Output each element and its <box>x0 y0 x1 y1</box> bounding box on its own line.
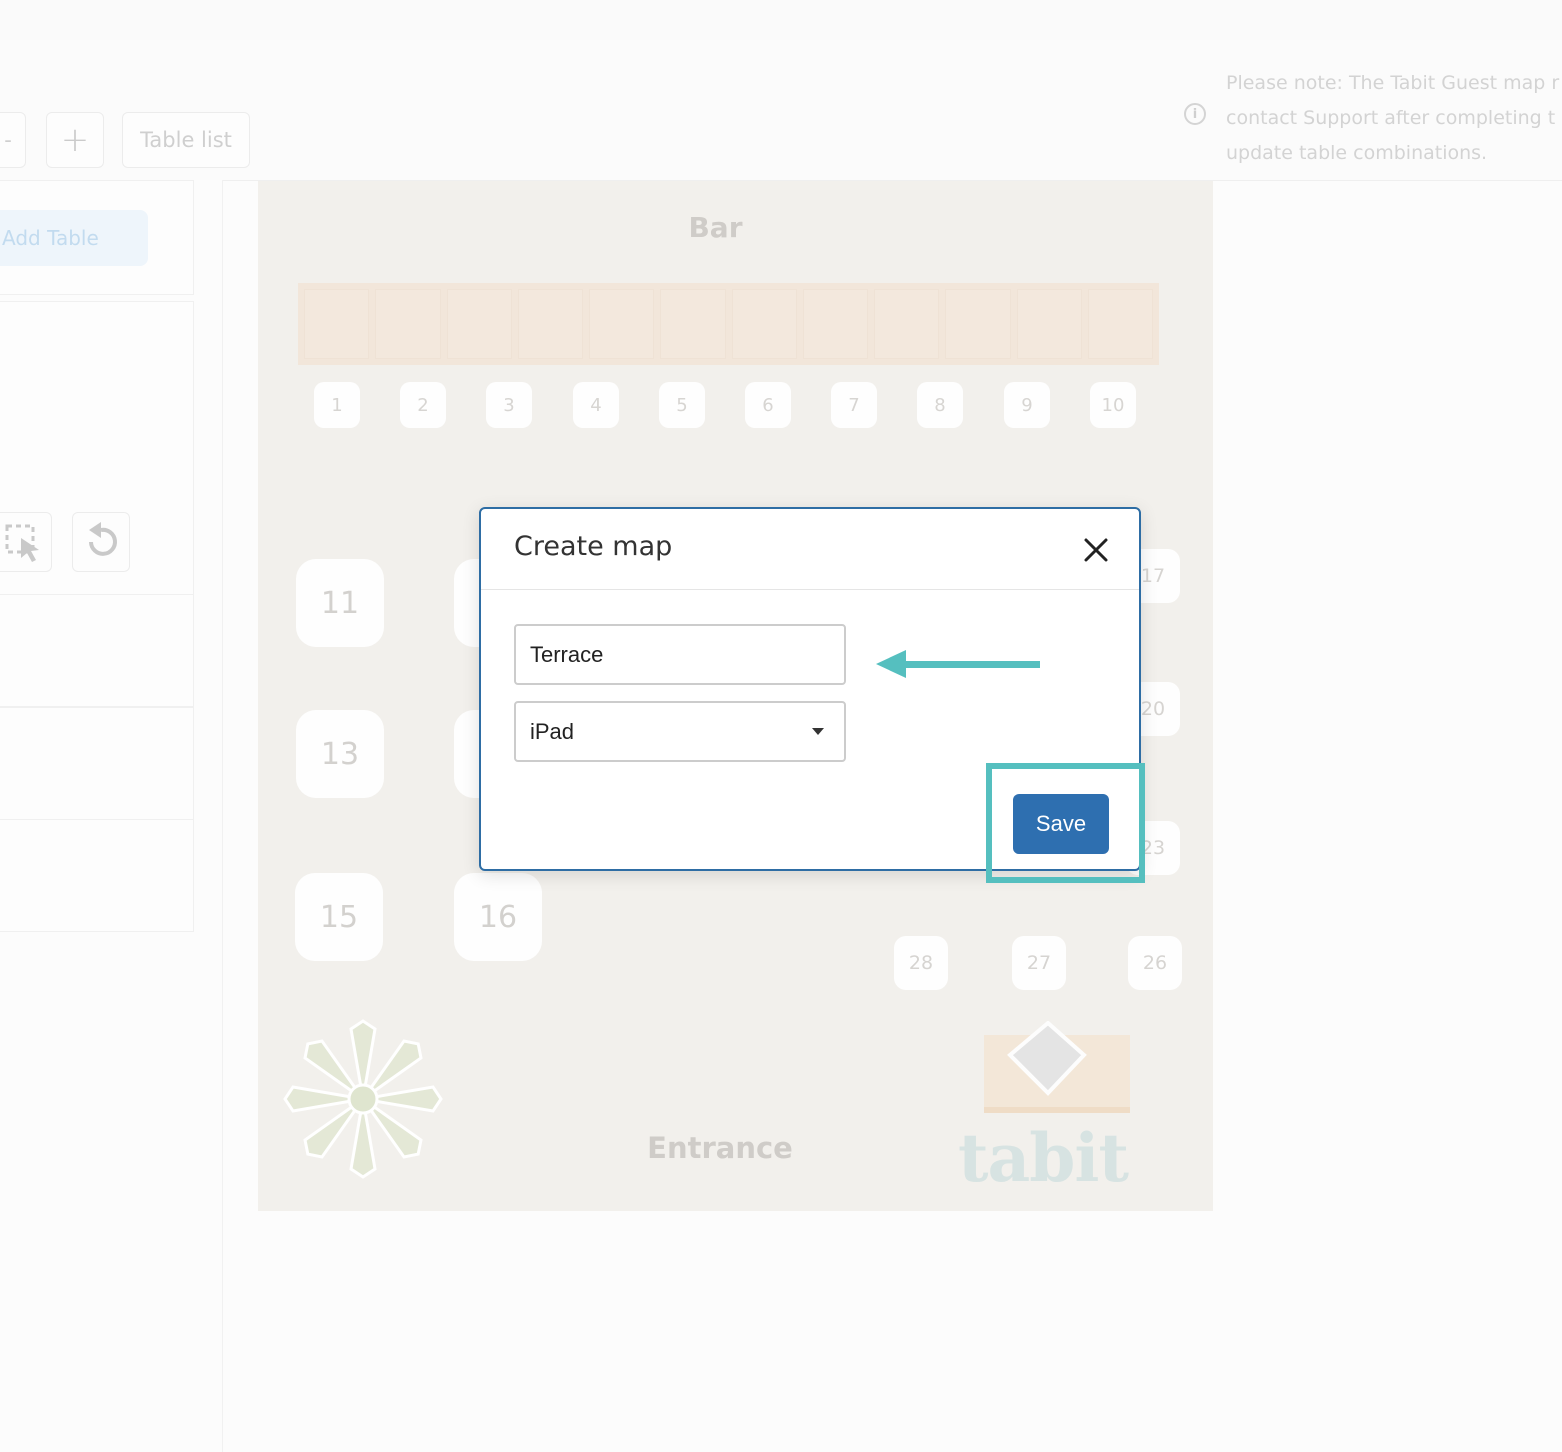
left-panel-section <box>0 819 194 932</box>
bar-seat[interactable]: 5 <box>659 382 705 428</box>
select-area-button[interactable] <box>0 512 52 572</box>
arrow-left-icon <box>876 650 1040 678</box>
bar-seat[interactable]: 8 <box>917 382 963 428</box>
bar-seat[interactable]: 4 <box>573 382 619 428</box>
device-select-value: iPad <box>530 718 575 744</box>
plant-decoration-icon <box>283 1019 443 1179</box>
bar-seat[interactable]: 2 <box>400 382 446 428</box>
table[interactable]: 15 <box>295 873 383 961</box>
bar-seat[interactable]: 10 <box>1090 382 1136 428</box>
bar-seat[interactable]: 7 <box>831 382 877 428</box>
tabit-logo-text: tabit <box>958 1119 1129 1197</box>
caret-down-icon <box>812 728 824 735</box>
toolbar-partial-button[interactable]: - <box>0 112 26 168</box>
add-map-button[interactable]: + <box>46 112 104 168</box>
map-name-input[interactable] <box>514 624 846 685</box>
bar-seat[interactable]: 3 <box>486 382 532 428</box>
table[interactable]: 27 <box>1012 936 1066 990</box>
table-list-button[interactable]: Table list <box>122 112 250 168</box>
dialog-title: Create map <box>514 531 673 562</box>
left-panel-section-tools <box>0 301 194 595</box>
bar-label: Bar <box>688 211 743 244</box>
left-panel: Add Table <box>0 180 223 1452</box>
bar-counter <box>298 283 1159 365</box>
left-panel-section <box>0 594 194 707</box>
table[interactable]: 13 <box>296 710 384 798</box>
entrance-label: Entrance <box>647 1131 793 1165</box>
table[interactable]: 16 <box>454 873 542 961</box>
guest-map-note: Please note: The Tabit Guest map r conta… <box>1226 72 1560 164</box>
device-select[interactable]: iPad <box>514 701 846 762</box>
bar-seat[interactable]: 6 <box>745 382 791 428</box>
close-button[interactable] <box>1077 531 1115 569</box>
table[interactable]: 11 <box>296 559 384 647</box>
table[interactable]: 28 <box>894 936 948 990</box>
left-panel-section <box>0 707 194 820</box>
add-table-button[interactable]: Add Table <box>0 210 148 266</box>
undo-icon <box>89 522 117 556</box>
bar-seat[interactable]: 1 <box>314 382 360 428</box>
undo-button[interactable] <box>72 512 130 572</box>
tabit-logo-icon <box>984 1021 1130 1113</box>
select-area-icon <box>5 524 39 562</box>
table[interactable]: 26 <box>1128 936 1182 990</box>
dialog-header: Create map <box>481 509 1139 590</box>
bar-seat[interactable]: 9 <box>1004 382 1050 428</box>
left-panel-section-add: Add Table <box>0 180 194 295</box>
top-bar <box>0 0 1562 41</box>
save-highlight-box <box>986 763 1145 883</box>
close-icon <box>1084 538 1108 562</box>
info-icon: i <box>1184 103 1206 125</box>
